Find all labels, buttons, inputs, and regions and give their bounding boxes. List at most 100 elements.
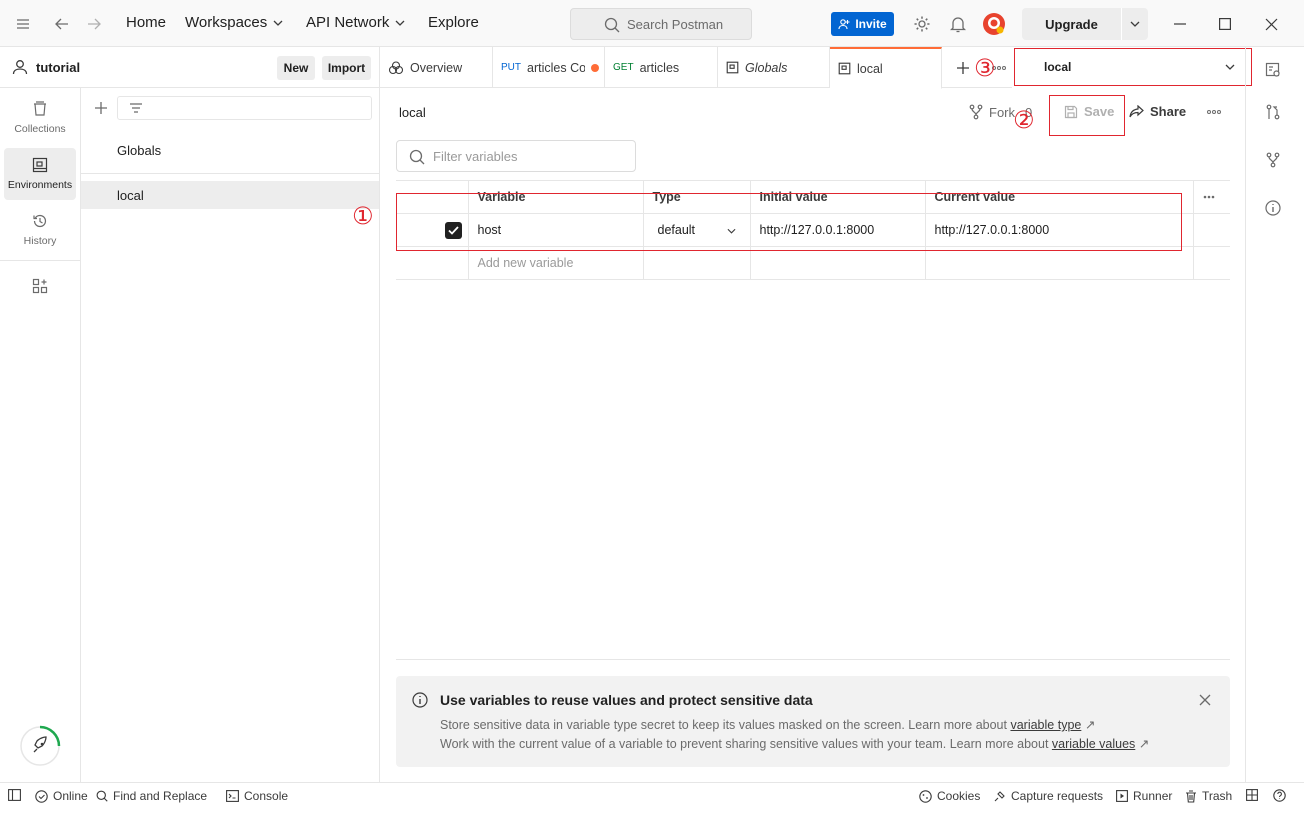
fork-icon [969,104,983,120]
search-input[interactable]: Search Postman [570,8,752,40]
search-icon [96,790,108,802]
chevron-down-icon [1225,64,1235,70]
tab-put-articles[interactable]: PUT articles Cop [493,47,605,88]
new-button[interactable]: New [277,56,315,80]
capture-requests-button[interactable]: Capture requests [993,789,1103,803]
back-arrow-icon[interactable] [52,14,72,34]
annotation-marker-3: ③ [974,54,996,82]
settings-gear-icon[interactable] [911,13,933,35]
new-tab-plus-icon[interactable] [954,59,972,77]
share-button[interactable]: Share [1129,104,1186,119]
initial-value-cell[interactable]: http://127.0.0.1:8000 [750,213,926,247]
add-row-options-cell [1193,246,1230,280]
sidebar-item-history[interactable]: History [4,204,76,256]
close-banner-icon[interactable] [1196,691,1214,709]
find-and-replace-button[interactable]: Find and Replace [96,789,207,803]
env-item-local[interactable]: local [81,181,379,209]
top-bar: Home Workspaces API Network Explore Sear… [0,0,1304,47]
trash-button[interactable]: Trash [1185,789,1232,803]
current-value-cell[interactable]: http://127.0.0.1:8000 [925,213,1194,247]
toggle-sidebar-icon[interactable] [8,789,21,801]
environment-icon [838,62,851,75]
more-options-icon[interactable] [1205,107,1223,117]
environment-selector[interactable]: local [1014,48,1252,86]
tab-bar: Overview PUT articles Cop GET articles G… [380,47,1012,89]
add-environment-icon[interactable] [91,98,111,118]
chevron-down-icon [727,228,735,234]
runner-play-icon [1116,790,1128,802]
info-line-2: Work with the current value of a variabl… [440,737,1150,751]
help-icon[interactable] [1273,789,1286,802]
environment-quick-look-icon[interactable] [1262,59,1284,81]
column-header-current-value: Current value [925,180,1194,214]
sidebar-item-environments[interactable]: Environments [4,148,76,200]
info-icon [412,692,428,708]
environment-title[interactable]: local [399,105,426,120]
filter-variables-input[interactable]: Filter variables [396,140,636,172]
maximize-icon[interactable] [1215,14,1235,34]
unsaved-dot-icon [591,63,599,72]
invite-button[interactable]: Invite [831,12,894,36]
add-row-type-cell[interactable] [643,246,751,280]
table-row: host default http://127.0.0.1:8000 http:… [396,213,1230,247]
menu-icon[interactable] [12,14,34,34]
variables-info-banner: Use variables to reuse values and protec… [396,676,1230,767]
variable-type-select[interactable]: default [643,213,751,247]
checkmark-icon [448,225,459,235]
column-header-initial-value: Initial value [750,180,926,214]
add-row-current-cell[interactable] [925,246,1194,280]
layout-toggle-icon[interactable] [1246,789,1258,801]
cookies-button[interactable]: Cookies [919,789,980,803]
nav-explore[interactable]: Explore [428,14,479,31]
close-window-icon[interactable] [1261,14,1281,34]
console-icon [226,790,239,802]
nav-workspaces[interactable]: Workspaces [185,14,283,31]
avatar[interactable] [981,11,1007,37]
configure-workbench-icon[interactable] [30,276,50,296]
import-button[interactable]: Import [322,56,371,80]
search-placeholder: Search Postman [627,16,724,32]
sidebar-item-collections[interactable]: Collections [4,92,76,144]
variable-type-link[interactable]: variable type [1010,718,1081,732]
pull-request-icon[interactable] [1262,101,1284,123]
add-new-variable-input[interactable]: Add new variable [468,246,644,280]
console-button[interactable]: Console [226,789,288,803]
env-item-globals[interactable]: Globals [81,136,379,164]
right-rail [1245,47,1304,782]
upgrade-button[interactable]: Upgrade [1022,8,1148,40]
online-status[interactable]: Online [35,789,88,803]
bootcamp-rocket-icon[interactable] [19,725,61,767]
add-variable-row: Add new variable [396,246,1230,280]
environment-editor: local Fork 0 Save Share Filter variables… [380,88,1245,782]
user-icon [12,60,28,75]
minimize-icon[interactable] [1170,14,1190,34]
check-circle-icon [35,789,48,803]
add-row-initial-cell[interactable] [750,246,926,280]
tab-overview[interactable]: Overview [380,47,493,88]
bell-icon[interactable] [947,13,969,35]
forward-arrow-icon[interactable] [84,14,104,34]
column-options[interactable] [1193,180,1230,214]
row-enabled-checkbox[interactable] [445,221,462,239]
add-row-checkbox-cell [396,246,469,280]
workspace-header: tutorial New Import [0,47,380,88]
cookie-icon [919,789,932,803]
workspace-name[interactable]: tutorial [36,60,80,75]
variable-values-link[interactable]: variable values [1052,737,1135,751]
search-icon [604,17,620,33]
more-options-icon [1203,195,1214,199]
info-icon[interactable] [1262,197,1284,219]
tab-get-articles[interactable]: GET articles [605,47,718,88]
capture-satellite-icon [994,790,1005,801]
runner-button[interactable]: Runner [1116,789,1172,803]
save-button[interactable]: Save [1064,104,1114,119]
variable-name-cell[interactable]: host [468,213,644,247]
table-header-row: Variable Type Initial value Current valu… [396,180,1230,214]
env-search-input[interactable] [117,96,372,120]
tab-local[interactable]: local [830,47,942,89]
fork-icon[interactable] [1262,149,1284,171]
tab-globals[interactable]: Globals [718,47,830,88]
nav-api-network[interactable]: API Network [306,14,405,31]
nav-home[interactable]: Home [126,14,166,31]
info-line-1: Store sensitive data in variable type se… [440,718,1096,732]
